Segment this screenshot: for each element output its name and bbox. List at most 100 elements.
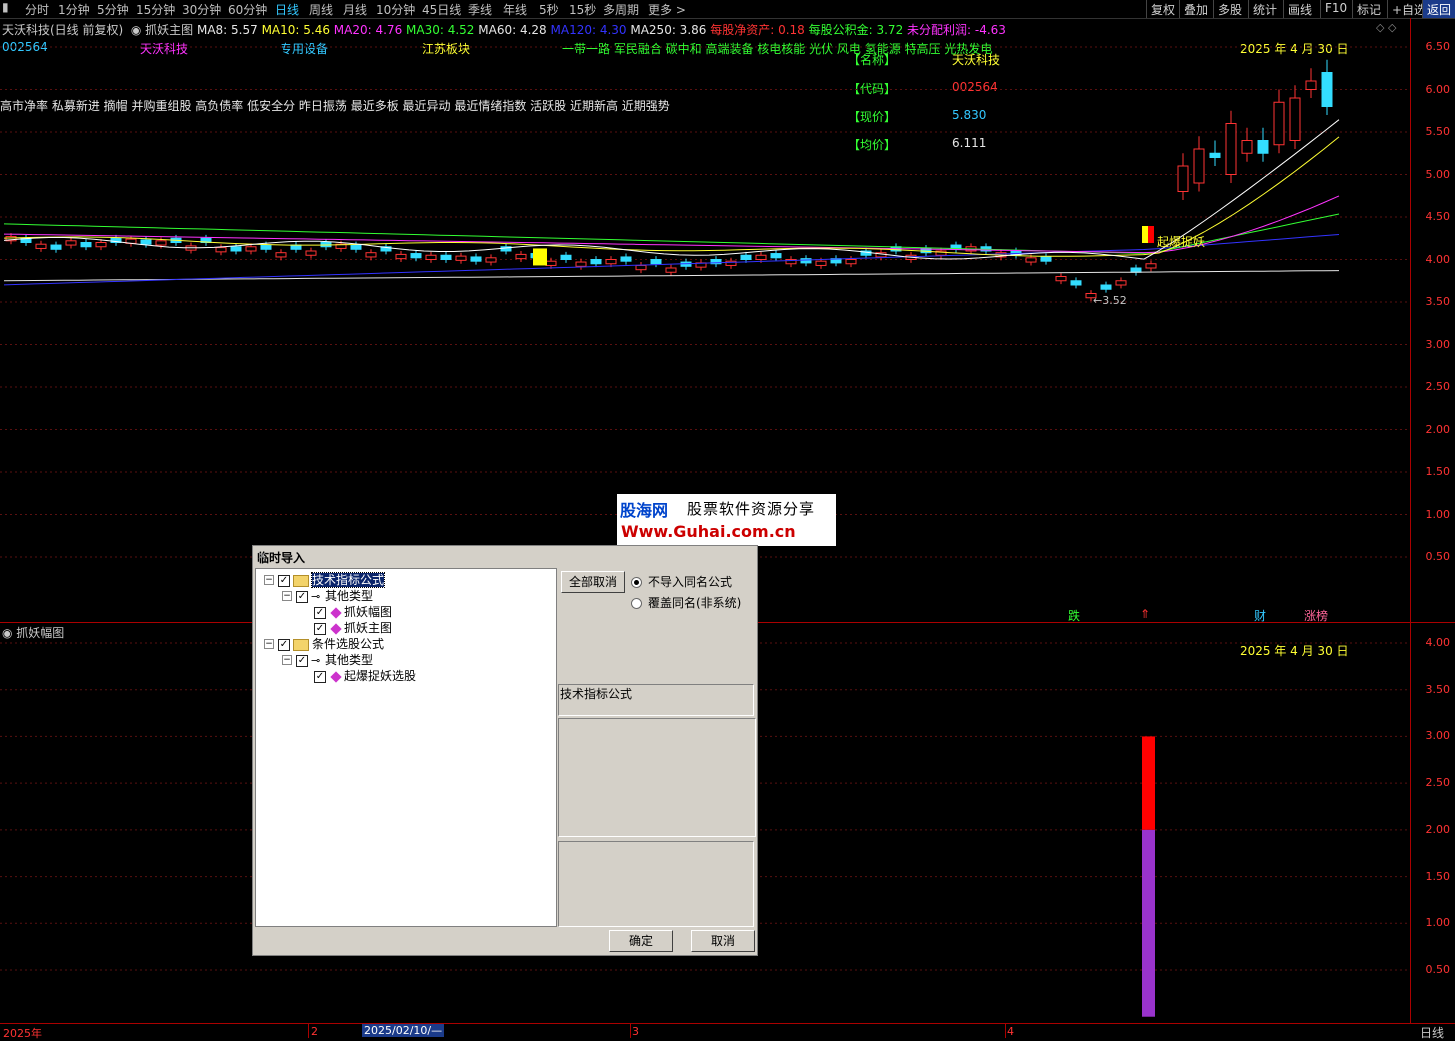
period-indicator[interactable]: 日线: [1420, 1024, 1444, 1041]
main-y-axis: 6.50 6.00 5.50 5.00 4.50 4.00 3.50 3.00 2.50 2.00…: [1410, 18, 1455, 622]
cursor-date: 2025/02/10/—: [362, 1024, 445, 1037]
candle-body: [50, 244, 62, 250]
draw-button[interactable]: 画线: [1283, 0, 1316, 18]
back-button[interactable]: 返回: [1422, 0, 1455, 18]
tree-collapse-icon[interactable]: −: [282, 655, 292, 665]
y-tick-label: 6.00: [1425, 82, 1451, 96]
axis-month-2: 2: [311, 1025, 318, 1038]
y-tick-label: 3.00: [1425, 337, 1451, 351]
candle-body: [1115, 280, 1127, 286]
section-label: 技术指标公式: [560, 687, 633, 701]
period-tab[interactable]: 年线: [503, 1, 527, 18]
close-icon[interactable]: ✕: [257, 549, 753, 563]
checkbox-icon[interactable]: ✓: [278, 574, 290, 587]
signal-marker-red: [1148, 226, 1154, 243]
radio-overwrite-same-name[interactable]: 覆盖同名(非系统): [631, 594, 741, 611]
tree-node[interactable]: ✓ 抓妖主图: [314, 619, 392, 635]
more-menu[interactable]: 更多 >: [648, 1, 686, 18]
candle-body: [590, 259, 602, 265]
y-tick-label: 4.50: [1425, 210, 1451, 223]
checkbox-icon[interactable]: ✓: [278, 638, 290, 651]
candle-body: [35, 243, 47, 249]
candle-body: [1025, 257, 1037, 263]
checkbox-icon[interactable]: ✓: [314, 670, 326, 683]
overlay-button[interactable]: 叠加: [1179, 0, 1212, 18]
stats-button[interactable]: 统计: [1248, 0, 1281, 18]
y-tick-label: 0.50: [1425, 550, 1451, 563]
ok-button[interactable]: 确定: [609, 930, 673, 952]
cancel-button[interactable]: 取消: [691, 930, 755, 952]
candle-body: [455, 255, 467, 261]
candle-body: [1177, 165, 1189, 192]
menu-icon[interactable]: ▮: [2, 0, 9, 14]
period-tab[interactable]: 60分钟: [228, 1, 267, 18]
checkbox-icon[interactable]: ✓: [296, 590, 308, 603]
period-tab[interactable]: 季线: [468, 1, 492, 18]
period-tab[interactable]: 5秒: [539, 1, 559, 18]
checkbox-icon[interactable]: ✓: [296, 654, 308, 667]
candle-body: [755, 254, 767, 260]
f10-button[interactable]: F10: [1320, 0, 1351, 18]
deselect-all-button[interactable]: 全部取消: [561, 571, 625, 593]
key-icon: ⊸: [311, 590, 321, 603]
candle-body: [1055, 276, 1067, 282]
period-toolbar: ▮ 分时 1分钟 5分钟 15分钟 30分钟 60分钟 日线 周线 月线 10分…: [0, 0, 1455, 19]
formula-icon: [330, 670, 342, 683]
candle-body: [410, 253, 422, 259]
detail-box: [558, 841, 754, 927]
candle-body: [80, 242, 92, 248]
candle-body: [620, 256, 632, 262]
period-tab[interactable]: 月线: [343, 1, 367, 18]
signal-marker-yellow: [1142, 226, 1148, 243]
period-tab[interactable]: 周线: [309, 1, 333, 18]
candle-body: [260, 244, 272, 250]
period-tab[interactable]: 30分钟: [182, 1, 221, 18]
tree-node[interactable]: ✓ ⊸ 其他类型: [296, 587, 373, 603]
candle-body: [845, 259, 857, 265]
period-tab[interactable]: 10分钟: [376, 1, 415, 18]
checkbox-icon[interactable]: ✓: [314, 622, 326, 635]
tree-node[interactable]: ✓ 技术指标公式: [278, 571, 386, 588]
period-tab[interactable]: 1分钟: [58, 1, 90, 18]
candle-body: [65, 240, 77, 246]
candle-body: [245, 246, 257, 252]
candle-body: [95, 242, 107, 248]
y-tick-label: 4.00: [1425, 636, 1451, 649]
candle-body: [275, 252, 287, 258]
radio-skip-same-name[interactable]: 不导入同名公式: [631, 573, 732, 590]
tree-node[interactable]: ✓ 起爆捉妖选股: [314, 667, 416, 683]
period-tab[interactable]: 分时: [25, 1, 49, 18]
period-tab[interactable]: 15分钟: [136, 1, 175, 18]
candle-body: [770, 253, 782, 259]
tree-collapse-icon[interactable]: −: [264, 575, 274, 585]
y-tick-label: 3.50: [1425, 682, 1451, 696]
checkbox-icon[interactable]: ✓: [314, 606, 326, 619]
candlesticks: [5, 59, 1333, 302]
tree-node[interactable]: ✓ ⊸ 其他类型: [296, 651, 373, 667]
candle-body: [1257, 140, 1269, 154]
multi-stock-button[interactable]: 多股: [1213, 0, 1246, 18]
candle-body: [1130, 267, 1142, 273]
period-tab[interactable]: 多周期: [603, 1, 639, 18]
axis-year: 2025年: [3, 1027, 42, 1040]
tree-node-label: 技术指标公式: [310, 572, 386, 588]
tree-node[interactable]: ✓ 抓妖幅图: [314, 603, 392, 619]
dialog-titlebar[interactable]: 临时导入 ✕: [253, 546, 757, 566]
y-tick-label: 2.00: [1425, 822, 1451, 836]
watermark-url: Www.Guhai.com.cn: [621, 522, 796, 541]
axis-month-3: 3: [632, 1025, 639, 1038]
period-tab-active[interactable]: 日线: [275, 1, 299, 18]
period-tab[interactable]: 45日线: [422, 1, 461, 18]
event-marker[interactable]: ⇑: [1140, 607, 1150, 621]
tree-collapse-icon[interactable]: −: [282, 591, 292, 601]
period-tab[interactable]: 15秒: [569, 1, 596, 18]
key-icon: ⊸: [311, 654, 321, 667]
tree-node[interactable]: ✓ 条件选股公式: [278, 635, 384, 651]
formula-tree[interactable]: − ✓ 技术指标公式 − ✓ ⊸ 其他类型 ✓ 抓妖幅图 ✓ 抓妖主图 − ✓ 条件选股公式 − ✓ ⊸ 其他类型…: [255, 568, 557, 927]
adjust-button[interactable]: 复权: [1146, 0, 1179, 18]
mark-button[interactable]: 标记: [1352, 0, 1385, 18]
period-tab[interactable]: 5分钟: [97, 1, 129, 18]
tree-collapse-icon[interactable]: −: [264, 639, 274, 649]
candle-body: [155, 240, 167, 246]
candle-body: [350, 244, 362, 250]
